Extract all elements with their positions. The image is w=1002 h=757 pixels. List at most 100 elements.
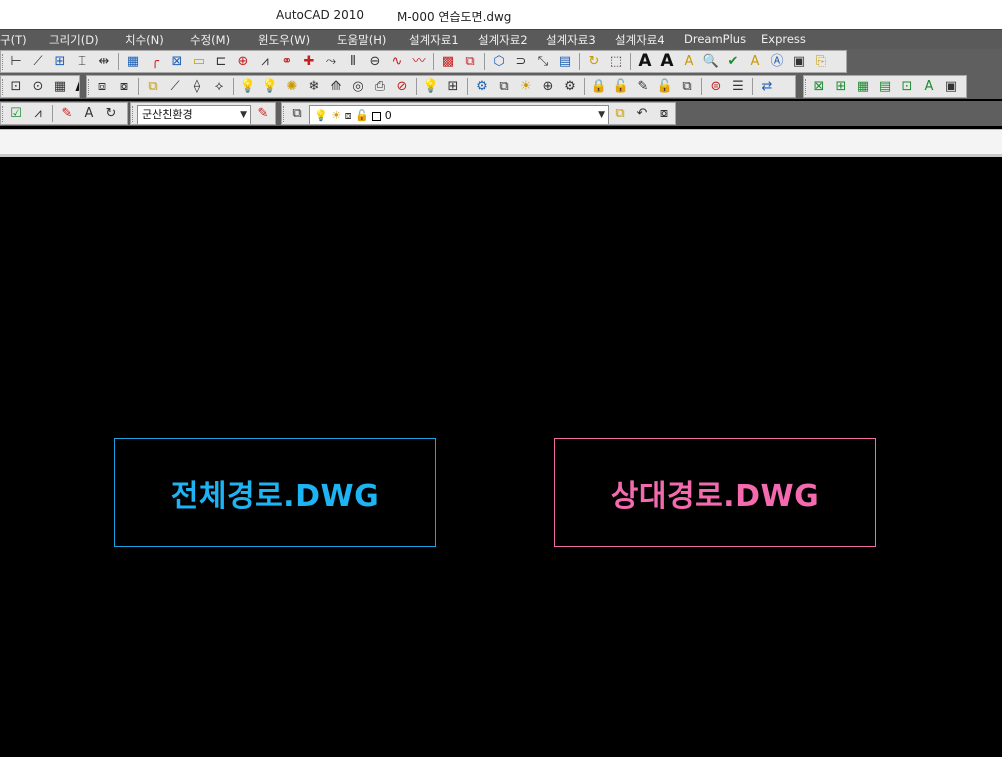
text-box-icon[interactable]: Ⓐ bbox=[767, 52, 787, 71]
lock-check-icon[interactable]: 🔓 bbox=[611, 77, 631, 96]
jog-line-icon[interactable]: ⩘ bbox=[28, 104, 48, 123]
layer-change-icon[interactable]: ⟋ bbox=[165, 77, 185, 96]
dimension-edit-icon[interactable]: ✎ bbox=[57, 104, 77, 123]
light-bulb-icon[interactable]: 💡 bbox=[260, 77, 280, 96]
block-icon[interactable]: ⊡ bbox=[6, 77, 26, 96]
thaw-icon[interactable]: ☀ bbox=[516, 77, 536, 96]
text-icon[interactable]: A bbox=[635, 52, 655, 71]
layer-walk-icon[interactable]: ⟰ bbox=[326, 77, 346, 96]
menu-window[interactable]: 윈도우(W) bbox=[258, 32, 310, 48]
block-grid-icon[interactable]: ▩ bbox=[438, 52, 458, 71]
make-object-layer-current-icon[interactable]: ⧉ bbox=[610, 104, 630, 123]
find-text-icon[interactable]: 🔍 bbox=[701, 52, 721, 71]
menu-design-data-4[interactable]: 설계자료4 bbox=[615, 32, 665, 48]
lock-edit-icon[interactable]: ✎ bbox=[633, 77, 653, 96]
edit-text-icon[interactable]: A bbox=[679, 52, 699, 71]
dimension-check-icon[interactable]: ☑ bbox=[6, 104, 26, 123]
rectangle-icon[interactable]: ▭ bbox=[189, 52, 209, 71]
layer-previous-icon[interactable]: ↶ bbox=[632, 104, 652, 123]
layer-print-icon[interactable]: ⎙ bbox=[370, 77, 390, 96]
table-icon[interactable]: ▤ bbox=[555, 52, 575, 71]
menu-design-data-3[interactable]: 설계자료3 bbox=[546, 32, 596, 48]
refresh-icon[interactable]: ↻ bbox=[584, 52, 604, 71]
array-icon[interactable]: ⦀ bbox=[343, 52, 363, 71]
unlock-icon[interactable]: 🔓 bbox=[655, 77, 675, 96]
layer-delete-icon[interactable]: ⊘ bbox=[392, 77, 412, 96]
menu-dreamplus[interactable]: DreamPlus bbox=[684, 32, 746, 46]
layer-state-manager-icon[interactable]: ⧇ bbox=[654, 104, 674, 123]
text-style-icon[interactable]: A bbox=[657, 52, 677, 71]
layer-filter-icon[interactable]: ⊜ bbox=[706, 77, 726, 96]
light-bulb-on-icon[interactable]: 💡 bbox=[238, 77, 258, 96]
relative-path-frame[interactable]: 상대경로.DWG bbox=[554, 438, 876, 547]
bracket-icon[interactable]: ⊏ bbox=[211, 52, 231, 71]
image-icon[interactable]: ⊙ bbox=[28, 77, 48, 96]
spell-check-icon[interactable]: ✔ bbox=[723, 52, 743, 71]
aligned-dimension-icon[interactable]: ⟋ bbox=[28, 52, 48, 71]
box-x-icon[interactable]: ⊠ bbox=[167, 52, 187, 71]
layer-light-icon[interactable]: 💡 bbox=[421, 77, 441, 96]
menu-design-data-2[interactable]: 설계자료2 bbox=[478, 32, 528, 48]
text-style-dropdown[interactable]: 군산친환경 ▼ bbox=[137, 105, 251, 124]
break-icon[interactable]: ⤳ bbox=[321, 52, 341, 71]
layer-previous-icon[interactable]: ⧈ bbox=[92, 77, 112, 96]
dimension-update-icon[interactable]: ↻ bbox=[101, 104, 121, 123]
lock-layers-icon[interactable]: ⧉ bbox=[677, 77, 697, 96]
layer-state-icon[interactable]: ⧇ bbox=[114, 77, 134, 96]
dimension-text-edit-icon[interactable]: A bbox=[79, 104, 99, 123]
layer-list-icon[interactable]: ☰ bbox=[728, 77, 748, 96]
lock-icon[interactable]: 🔒 bbox=[589, 77, 609, 96]
layer-translate-icon[interactable]: ⇄ bbox=[757, 77, 777, 96]
layer-off-icon[interactable]: ◎ bbox=[348, 77, 368, 96]
text-frame-icon[interactable]: ▣ bbox=[789, 52, 809, 71]
text-style-manager-icon[interactable]: ✎ bbox=[253, 104, 273, 123]
wave-icon[interactable]: ∿ bbox=[387, 52, 407, 71]
slot-icon[interactable]: ⊖ bbox=[365, 52, 385, 71]
layer-match-icon[interactable]: ⧉ bbox=[143, 77, 163, 96]
menu-dimension[interactable]: 치수(N) bbox=[125, 32, 164, 48]
spline-icon[interactable]: 〰 bbox=[409, 52, 429, 71]
ordinate-dimension-icon[interactable]: ⊞ bbox=[50, 52, 70, 71]
layer-isolate-icon[interactable]: ⟠ bbox=[187, 77, 207, 96]
layer-copy-icon[interactable]: ⊕ bbox=[538, 77, 558, 96]
scale-icon[interactable]: ⤡ bbox=[533, 52, 553, 71]
copy-block-icon[interactable]: ⧉ bbox=[460, 52, 480, 71]
fillet-icon[interactable]: ╭ bbox=[145, 52, 165, 71]
polygon-icon[interactable]: ⬡ bbox=[489, 52, 509, 71]
linear-dimension-icon[interactable]: ⊢ bbox=[6, 52, 26, 71]
menu-modify[interactable]: 수정(M) bbox=[190, 32, 230, 48]
join-icon[interactable]: ⊃ bbox=[511, 52, 531, 71]
center-mark-icon[interactable]: ⊕ bbox=[233, 52, 253, 71]
text-align-icon[interactable]: A bbox=[745, 52, 765, 71]
excel-text-icon[interactable]: A bbox=[919, 77, 939, 96]
table-insert-icon[interactable]: ▦ bbox=[50, 77, 70, 96]
layer-settings-icon[interactable]: ⚙ bbox=[560, 77, 580, 96]
freeze-icon[interactable]: ❄ bbox=[304, 77, 324, 96]
baseline-dimension-icon[interactable]: ⌶ bbox=[72, 52, 92, 71]
excel-import-icon[interactable]: ⊞ bbox=[831, 77, 851, 96]
multiline-text-icon[interactable]: A bbox=[72, 77, 79, 96]
sun-icon[interactable]: ✺ bbox=[282, 77, 302, 96]
excel-link-icon[interactable]: ▤ bbox=[875, 77, 895, 96]
menu-draw[interactable]: 그리기(D) bbox=[49, 32, 99, 48]
absolute-path-frame[interactable]: 전체경로.DWG bbox=[114, 438, 436, 547]
excel-table-icon[interactable]: ▦ bbox=[853, 77, 873, 96]
layer-all-on-icon[interactable]: ⊞ bbox=[443, 77, 463, 96]
layer-merge-icon[interactable]: ⧉ bbox=[494, 77, 514, 96]
layer-properties-icon[interactable]: ⧉ bbox=[287, 104, 307, 123]
chain-link-icon[interactable]: ⚭ bbox=[277, 52, 297, 71]
menu-design-data-1[interactable]: 설계자료1 bbox=[409, 32, 459, 48]
text-convert-icon[interactable]: ⎘ bbox=[811, 52, 831, 71]
select-icon[interactable]: ⬚ bbox=[606, 52, 626, 71]
excel-update-icon[interactable]: ⊡ bbox=[897, 77, 917, 96]
gear-icon[interactable]: ⚙ bbox=[472, 77, 492, 96]
grid-icon[interactable]: ▦ bbox=[123, 52, 143, 71]
menu-help[interactable]: 도움말(H) bbox=[337, 32, 386, 48]
layer-dropdown[interactable]: 💡 ☀ ⧈ 🔓 0 ▼ bbox=[309, 105, 609, 124]
layer-unisolate-icon[interactable]: ⟡ bbox=[209, 77, 229, 96]
excel-settings-icon[interactable]: ▣ bbox=[941, 77, 961, 96]
menu-tools[interactable]: 구(T) bbox=[0, 32, 27, 48]
continue-dimension-icon[interactable]: ⇹ bbox=[94, 52, 114, 71]
trim-icon[interactable]: ✚ bbox=[299, 52, 319, 71]
excel-export-icon[interactable]: ⊠ bbox=[809, 77, 829, 96]
